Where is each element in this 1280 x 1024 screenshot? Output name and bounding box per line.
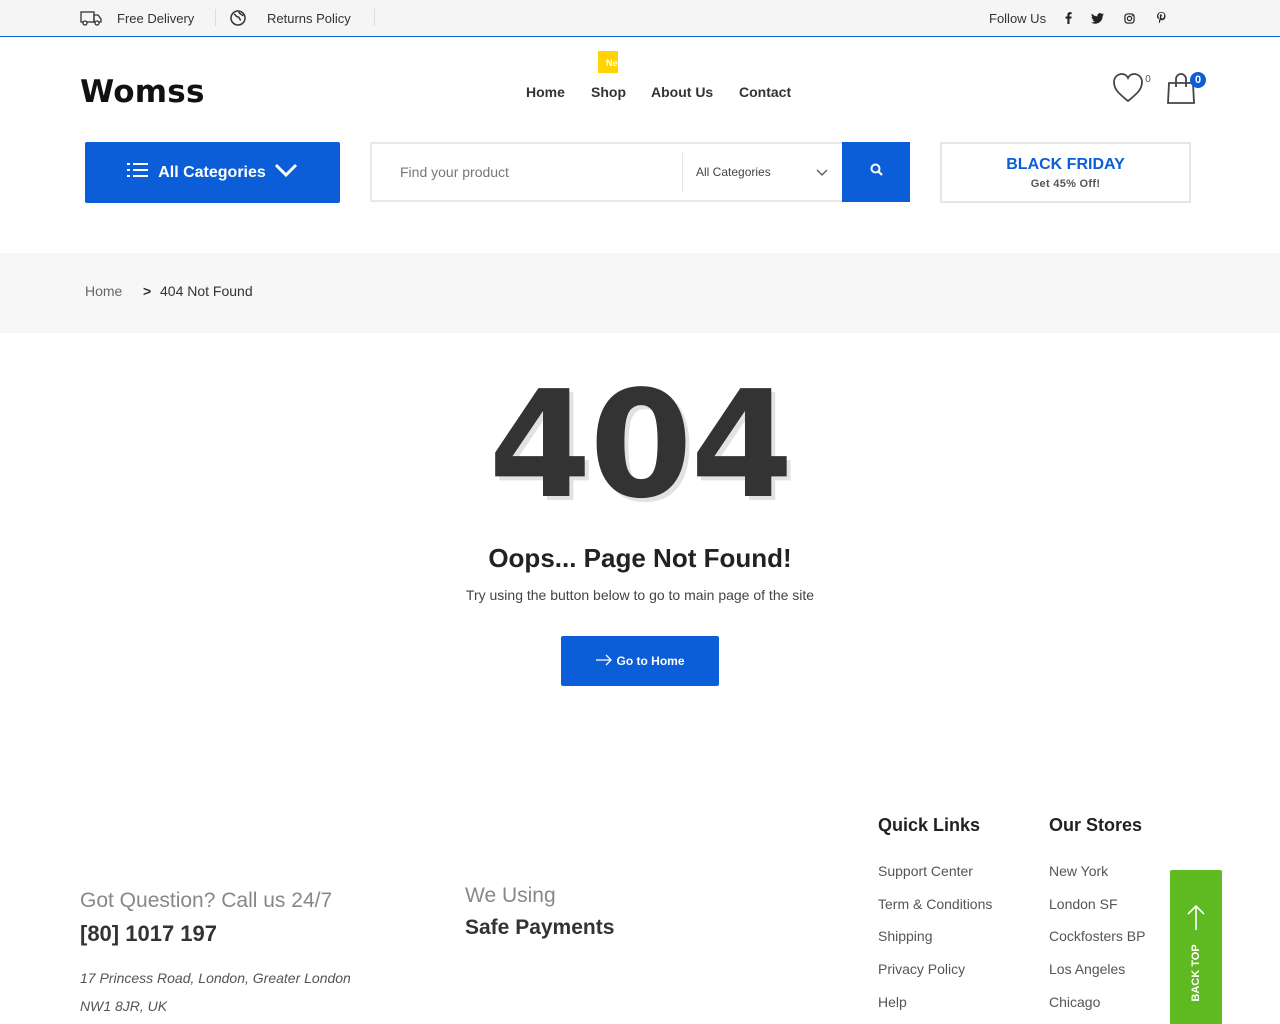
store-cockfosters[interactable]: Cockfosters BP [1049, 928, 1145, 944]
store-chicago[interactable]: Chicago [1049, 994, 1100, 1010]
facebook-icon[interactable] [1065, 0, 1072, 36]
error-title: Oops... Page Not Found! [488, 543, 792, 573]
search-button[interactable] [842, 142, 910, 202]
breadcrumb: Home > 404 Not Found [0, 253, 1280, 333]
quick-link-terms[interactable]: Term & Conditions [878, 896, 992, 912]
quick-link-support-center[interactable]: Support Center [878, 863, 973, 879]
returns-policy-label: Returns Policy [267, 10, 351, 26]
quick-link-shipping[interactable]: Shipping [878, 928, 933, 944]
search-icon [870, 163, 883, 181]
chevron-down-icon [816, 166, 828, 180]
footer-we-using: We Using [465, 884, 556, 907]
store-new-york[interactable]: New York [1049, 863, 1108, 879]
wishlist-button[interactable] [1112, 70, 1144, 109]
heart-icon [1112, 73, 1144, 108]
footer-address: 17 Princess Road, London, Greater London… [80, 970, 351, 1014]
footer-phone[interactable]: [80] 1017 197 [80, 921, 217, 947]
arrow-right-icon [595, 654, 613, 669]
all-categories-label: All Categories [158, 163, 266, 181]
footer-safe-payments: Safe Payments [465, 916, 615, 939]
shopping-bag-icon [1165, 73, 1197, 108]
cart-count: 0 [1190, 72, 1206, 88]
divider [215, 9, 216, 26]
all-categories-button[interactable]: All Categories [85, 142, 340, 203]
promo-subtitle: Get 45% Off! [1030, 178, 1101, 190]
site-logo[interactable]: Womss [80, 74, 205, 110]
top-bar: Free Delivery Returns Policy Follow Us [0, 0, 1280, 37]
breadcrumb-home[interactable]: Home [85, 283, 122, 299]
free-delivery[interactable]: Free Delivery [80, 0, 194, 36]
error-code: 404 [488, 359, 794, 531]
footer-question: Got Question? Call us 24/7 [80, 889, 333, 912]
wishlist-count: 0 [1145, 74, 1151, 85]
nav-about-us[interactable]: About Us [651, 80, 713, 104]
list-icon [127, 162, 149, 183]
error-message: Try using the button below to go to main… [465, 587, 815, 603]
divider [374, 9, 375, 26]
go-to-home-label: Go to Home [616, 654, 685, 668]
search-input[interactable] [400, 144, 680, 200]
quick-links-title: Quick Links [878, 815, 981, 835]
globe-icon [230, 10, 246, 26]
divider [682, 153, 683, 193]
truck-icon [80, 10, 102, 26]
breadcrumb-separator: > [143, 283, 152, 299]
pinterest-icon[interactable] [1157, 0, 1166, 36]
returns-policy[interactable]: Returns Policy [230, 0, 351, 36]
free-delivery-label: Free Delivery [117, 10, 195, 26]
search-category-select[interactable]: All Categories [696, 144, 836, 200]
breadcrumb-current: 404 Not Found [160, 283, 253, 299]
arrow-up-icon [1186, 904, 1206, 935]
nav-contact[interactable]: Contact [739, 80, 791, 104]
black-friday-promo[interactable]: BLACK FRIDAY Get 45% Off! [940, 142, 1191, 203]
promo-title: BLACK FRIDAY [1006, 156, 1125, 173]
follow-us-label: Follow Us [989, 10, 1047, 26]
quick-link-help[interactable]: Help [878, 994, 907, 1010]
nav-shop[interactable]: Shop [591, 80, 626, 104]
search-category-value: All Categories [696, 165, 771, 179]
new-tag-badge: Ne [598, 51, 618, 73]
our-stores-title: Our Stores [1049, 815, 1143, 835]
quick-link-privacy[interactable]: Privacy Policy [878, 961, 965, 977]
back-to-top-button[interactable]: BACK TOP [1170, 870, 1222, 1024]
store-london-sf[interactable]: London SF [1049, 896, 1118, 912]
twitter-icon[interactable] [1091, 0, 1104, 36]
store-los-angeles[interactable]: Los Angeles [1049, 961, 1125, 977]
search-bar: All Categories [370, 142, 910, 202]
nav-home[interactable]: Home [526, 80, 565, 104]
instagram-icon[interactable] [1124, 0, 1135, 36]
go-to-home-button[interactable]: Go to Home [561, 636, 719, 686]
back-top-label: BACK TOP [1190, 944, 1202, 1002]
chevron-down-icon [274, 163, 298, 182]
